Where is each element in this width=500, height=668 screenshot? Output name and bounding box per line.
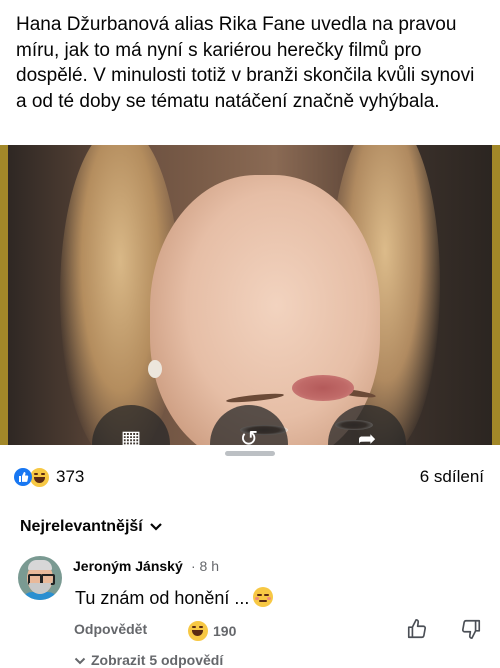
avatar[interactable] [18,556,62,600]
photo-lips [292,375,354,401]
like-icon [14,468,32,486]
post-text: Hana Džurbanová alias Rika Fane uvedla n… [16,14,475,112]
comments-sort-dropdown[interactable]: Nejrelevantnější [20,518,163,536]
chevron-down-icon [149,519,163,535]
drag-handle[interactable] [225,451,275,456]
comment-reactions[interactable]: 190 [187,620,236,642]
comment-time: · 8 h [191,558,220,574]
haha-icon [29,466,50,488]
flushed-emoji-icon [253,587,274,607]
sort-label: Nejrelevantnější [20,518,143,535]
chevron-down-icon [74,653,86,668]
thumbs-up-icon[interactable] [406,618,428,640]
view-replies-label: Zobrazit 5 odpovědí [91,652,224,668]
photo-earring [148,360,162,378]
photo-face [150,175,380,445]
view-replies-link[interactable]: Zobrazit 5 odpovědí [74,652,223,668]
comments-sheet: 373 6 sdílení Nejrelevantnější Jeroným J… [0,445,500,668]
comment-author[interactable]: Jeroným Jánský [73,558,183,574]
post-photo[interactable] [0,145,500,445]
shares-count[interactable]: 6 sdílení [420,467,484,487]
photo-backdrop-stripe [0,145,8,445]
photo-backdrop-stripe [492,145,500,445]
thumbs-down-icon[interactable] [460,618,482,640]
reaction-count: 373 [56,467,85,486]
reply-button[interactable]: Odpovědět [74,621,147,637]
comment-reaction-count: 190 [213,623,237,639]
haha-icon [187,620,209,642]
reactions-summary[interactable]: 373 [14,466,84,488]
comment-text: Tu znám od honění ... [75,587,274,609]
comment-text-body: Tu znám od honění ... [75,588,250,608]
